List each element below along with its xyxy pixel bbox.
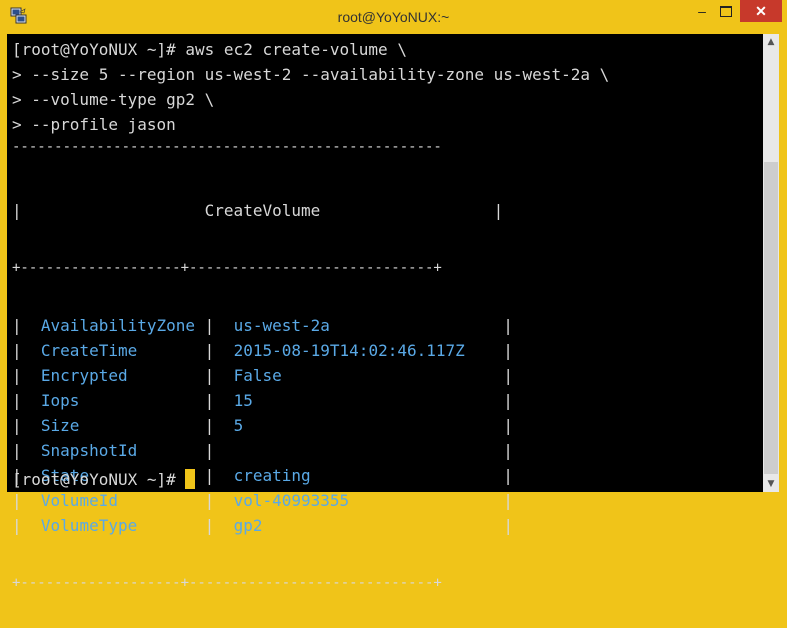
scroll-up-arrow-icon[interactable]: ▲	[763, 34, 779, 50]
close-button[interactable]: ✕	[740, 0, 782, 22]
shell-prompt: [root@YoYoNUX ~]#	[12, 470, 186, 489]
table-row: | VolumeType | gp2 |	[12, 516, 513, 535]
table-key: VolumeType	[40, 516, 138, 535]
table-key: AvailabilityZone	[40, 316, 196, 335]
create-volume-table: | CreateVolume | +-------------------+--…	[12, 148, 513, 628]
command-continuation-line: > --volume-type gp2 \	[12, 90, 215, 109]
window-title: root@YoYoNUX:~	[337, 9, 450, 25]
table-key: VolumeId	[40, 491, 118, 510]
table-key: Encrypted	[40, 366, 128, 385]
terminal-window: root@YoYoNUX:~ – ✕ [root@YoYoNUX ~]# aws…	[0, 0, 787, 590]
table-row: | Encrypted | False |	[12, 366, 513, 385]
table-row: | CreateTime | 2015-08-19T14:02:46.117Z …	[12, 341, 513, 360]
table-key: Iops	[40, 391, 80, 410]
table-value: vol-40993355	[233, 491, 350, 510]
table-value: 2015-08-19T14:02:46.117Z	[233, 341, 465, 360]
close-icon: ✕	[755, 2, 767, 19]
table-value: gp2	[233, 516, 263, 535]
table-row: | Size | 5 |	[12, 416, 513, 435]
table-row: | SnapshotId | |	[12, 441, 513, 460]
table-value: False	[233, 366, 282, 385]
table-row: | Iops | 15 |	[12, 391, 513, 410]
table-key: SnapshotId	[40, 441, 138, 460]
table-value: 5	[233, 416, 244, 435]
maximize-button[interactable]	[714, 0, 738, 22]
prompt-line[interactable]: [root@YoYoNUX ~]#	[12, 468, 196, 492]
terminal-client-area: [root@YoYoNUX ~]# aws ec2 create-volume …	[7, 34, 779, 590]
minimize-icon: –	[698, 3, 706, 19]
command-continuation-line: > --size 5 --region us-west-2 --availabi…	[12, 65, 610, 84]
table-value: us-west-2a	[233, 316, 330, 335]
text-cursor	[185, 469, 196, 489]
table-value: creating	[233, 466, 311, 485]
table-key: CreateTime	[40, 341, 138, 360]
table-bottom-border: +-------------------+-------------------…	[12, 575, 442, 591]
title-bar[interactable]: root@YoYoNUX:~ – ✕	[0, 0, 787, 34]
command-line: [root@YoYoNUX ~]# aws ec2 create-volume …	[12, 40, 407, 59]
command-continuation-line: > --profile jason	[12, 115, 176, 134]
table-separator: +-------------------+-------------------…	[12, 260, 442, 276]
vertical-scrollbar[interactable]: ▲ ▼	[763, 34, 779, 492]
scrollbar-thumb[interactable]	[764, 162, 778, 474]
scroll-down-arrow-icon[interactable]: ▼	[763, 476, 779, 492]
terminal-output[interactable]: [root@YoYoNUX ~]# aws ec2 create-volume …	[7, 34, 763, 590]
minimize-button[interactable]: –	[690, 0, 714, 22]
table-value: 15	[233, 391, 253, 410]
maximize-icon	[720, 5, 732, 17]
table-header-row: | CreateVolume |	[12, 201, 504, 220]
table-key: Size	[40, 416, 80, 435]
table-row: | AvailabilityZone | us-west-2a |	[12, 316, 513, 335]
